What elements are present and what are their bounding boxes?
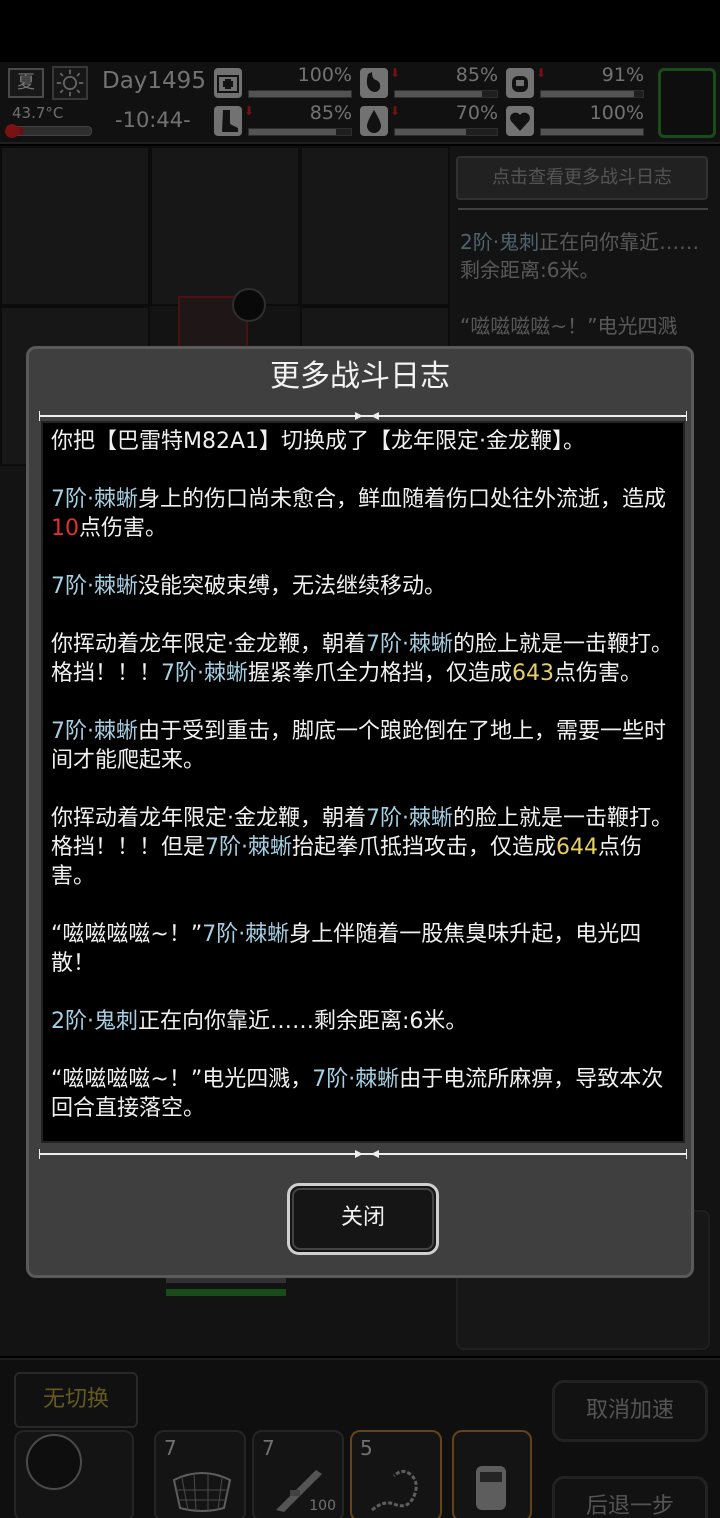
log-entry: 7阶·棘蜥身上的伤口尚未愈合，鲜血随着伤口处往外流逝，造成10点伤害。 bbox=[51, 487, 667, 541]
battle-log-scroll[interactable]: 你把【巴雷特M82A1】切换成了【龙年限定·金龙鞭】。 7阶·棘蜥身上的伤口尚未… bbox=[41, 421, 685, 1143]
log-entry: “嗞嗞嗞嗞~！”7阶·棘蜥身上伴随着一股焦臭味升起，电光四散！ bbox=[51, 922, 642, 976]
ornamental-divider bbox=[38, 407, 688, 421]
log-entry: 你把【巴雷特M82A1】切换成了【龙年限定·金龙鞭】。 bbox=[51, 429, 586, 454]
dialog-title: 更多战斗日志 bbox=[270, 359, 450, 394]
close-button[interactable]: 关闭 bbox=[287, 1183, 439, 1255]
ornamental-divider bbox=[38, 1145, 688, 1159]
log-entry: 7阶·棘蜥没能突破束缚，无法继续移动。 bbox=[51, 574, 447, 599]
log-entry: 7阶·棘蜥由于受到重击，脚底一个踉跄倒在了地上，需要一些时间才能爬起来。 bbox=[51, 719, 667, 773]
log-entry: “嗞嗞嗞嗞~！”电光四溅，7阶·棘蜥由于电流所麻痹，导致本次回合直接落空。 bbox=[51, 1067, 664, 1121]
battle-log-dialog: 更多战斗日志 你把【巴雷特M82A1】切换成了【龙年限定·金龙鞭】。 7阶·棘蜥… bbox=[26, 346, 694, 1278]
log-entry: 2阶·鬼刺正在向你靠近……剩余距离:6米。 bbox=[51, 1009, 468, 1034]
log-entry: 你挥动着龙年限定·金龙鞭，朝着7阶·棘蜥的脸上就是一击鞭打。格挡！！！7阶·棘蜥… bbox=[51, 632, 674, 686]
log-entry: 你挥动着龙年限定·金龙鞭，朝着7阶·棘蜥的脸上就是一击鞭打。格挡！！！但是7阶·… bbox=[51, 806, 674, 889]
